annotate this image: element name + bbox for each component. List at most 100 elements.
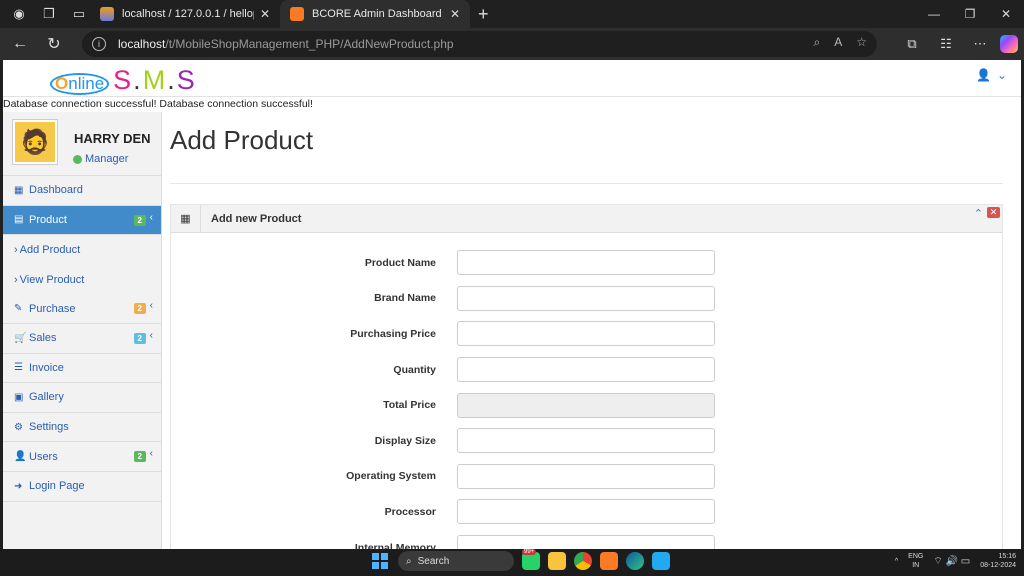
internal-memory-input[interactable] [457, 535, 715, 549]
xampp-favicon-icon [290, 7, 304, 21]
user-role: Manager [73, 153, 128, 165]
site-info-icon[interactable]: i [92, 37, 106, 51]
brand-name-input[interactable] [457, 285, 715, 311]
form-row: Total Price [171, 387, 1002, 423]
copilot-icon[interactable] [1000, 35, 1018, 53]
sign-in-icon: ➜ [14, 480, 23, 492]
address-bar-actions: ⌕ A ☆ [813, 35, 867, 50]
new-tab-button[interactable]: + [478, 4, 489, 25]
purchasing-price-input[interactable] [457, 321, 715, 347]
sidebar-item-dashboard[interactable]: ▦ Dashboard [3, 176, 161, 206]
zoom-icon[interactable]: ⌕ [813, 35, 820, 50]
sidebar-item-add-product[interactable]: › Add Product [3, 235, 161, 265]
xampp-icon[interactable] [600, 552, 618, 570]
search-label: Search [417, 555, 450, 567]
top-navbar: Online S.M.S 👤 ⌄ [3, 60, 1021, 97]
chevron-left-icon: ‹ [149, 448, 153, 460]
sidebar-item-login-page[interactable]: ➜ Login Page [3, 472, 161, 502]
user-dropdown-toggle[interactable]: 👤 ⌄ [976, 68, 1007, 82]
sidebar-item-label: Product [29, 213, 67, 226]
form-row: Processor [171, 494, 1002, 530]
quantity-input[interactable] [457, 357, 715, 383]
search-icon: ⌕ [406, 555, 412, 567]
grid-icon: ▦ [171, 204, 201, 233]
field-label: Display Size [374, 434, 436, 447]
read-aloud-icon[interactable]: A [834, 35, 842, 50]
edge-icon[interactable] [626, 552, 644, 570]
whatsapp-icon[interactable]: 99+ [522, 549, 540, 570]
add-product-form: Product Name Brand Name Purchasing Price Qu… [171, 245, 1002, 549]
sidebar-item-view-product[interactable]: › View Product [3, 264, 161, 295]
taskbar-apps: ⌕ Search 99+ [372, 549, 670, 571]
tab-actions-icon[interactable]: ▭ [68, 3, 90, 25]
address-bar[interactable]: i localhost/t/MobileShopManagement_PHP/A… [82, 31, 877, 57]
restore-icon[interactable]: ❐ [952, 0, 988, 28]
close-window-icon[interactable]: ✕ [988, 0, 1024, 28]
form-row: Internal Memory [171, 530, 1002, 549]
sidebar-item-sales[interactable]: 🛒 Sales 2 ‹ [3, 324, 161, 354]
file-explorer-icon[interactable] [548, 552, 566, 570]
sms-logo[interactable]: Online S.M.S [50, 65, 197, 96]
product-name-input[interactable] [457, 250, 715, 276]
field-label: Processor [384, 505, 436, 518]
url-path: /t/MobileShopManagement_PHP/AddNewProduc… [165, 37, 454, 51]
user-icon: 👤 [975, 68, 991, 82]
sidebar-item-gallery[interactable]: ▣ Gallery [3, 383, 161, 413]
extensions-icon[interactable]: ⧉ [898, 31, 926, 57]
box-header: ▦ Add new Product ⌃ ✕ [171, 204, 1002, 233]
sidebar-item-label: Users [29, 450, 58, 463]
chevron-left-icon: ‹ [149, 329, 153, 341]
chevron-up-icon[interactable]: ^ [895, 558, 898, 565]
collapse-icon[interactable]: ⌃ [974, 207, 983, 220]
taskbar-search[interactable]: ⌕ Search [398, 551, 514, 571]
web-page: Online S.M.S 👤 ⌄ Database connection suc… [3, 60, 1021, 549]
db-connection-message: Database connection successful! Database… [3, 98, 313, 110]
close-box-icon[interactable]: ✕ [987, 207, 1000, 218]
chevron-right-icon: › [14, 243, 18, 256]
clock[interactable]: 15:16 08-12-2024 [980, 552, 1016, 570]
sidebar-item-label: View Product [19, 273, 85, 286]
sidebar-item-purchase[interactable]: ✎ Purchase 2 ‹ [3, 294, 161, 324]
windows-start-icon[interactable] [372, 553, 388, 569]
sidebar-item-settings[interactable]: ⚙ Settings [3, 413, 161, 443]
tab-close-icon[interactable]: ✕ [450, 7, 460, 21]
chevron-left-icon: ‹ [149, 300, 153, 312]
vscode-icon[interactable] [652, 552, 670, 570]
workspaces-icon[interactable]: ❐ [38, 3, 60, 25]
count-badge: 2 [133, 303, 146, 315]
sidebar-item-invoice[interactable]: ☰ Invoice [3, 354, 161, 384]
sidebar-item-label: Add Product [19, 243, 81, 256]
field-label: Total Price [383, 399, 436, 412]
tab-close-icon[interactable]: ✕ [260, 7, 270, 21]
favorites-icon[interactable]: ☷ [932, 31, 960, 57]
count-badge: 2 [133, 214, 146, 226]
total-price-input [457, 392, 715, 418]
profile-avatar-icon[interactable]: ◉ [8, 3, 30, 25]
more-options-icon[interactable]: ⋯ [966, 31, 994, 57]
form-row: Operating System [171, 459, 1002, 495]
chrome-icon[interactable] [574, 552, 592, 570]
tab-bcore-admin[interactable]: BCORE Admin Dashboard Templa ✕ [280, 0, 470, 28]
page-title: Add Product [170, 125, 314, 155]
processor-input[interactable] [457, 499, 715, 525]
windows-taskbar: ⌕ Search 99+ ^ ENG IN ⌔ 🔊 ▭ 15:16 08-12-202… [0, 549, 1024, 576]
favorite-star-icon[interactable]: ☆ [856, 35, 867, 50]
display-size-input[interactable] [457, 428, 715, 454]
field-label: Internal Memory [354, 541, 436, 549]
minimize-icon[interactable]: — [916, 0, 952, 28]
operating-system-input[interactable] [457, 463, 715, 489]
tab-phpmyadmin[interactable]: localhost / 127.0.0.1 / hellophone ✕ [90, 0, 280, 28]
sidebar-item-label: Purchase [29, 302, 76, 315]
sidebar-menu: ▦ Dashboard ▤ Product 2 ‹ › Add Product › View … [3, 176, 161, 502]
count-badge: 2 [133, 451, 146, 463]
sidebar-item-product[interactable]: ▤ Product 2 ‹ [3, 205, 161, 236]
wifi-icon[interactable]: ⌔ 🔊 ▭ [933, 555, 970, 568]
main-content: Add Product ▦ Add new Product ⌃ ✕ Produc… [170, 112, 1003, 549]
field-label: Purchasing Price [350, 327, 436, 340]
sidebar-item-users[interactable]: 👤 Users 2 ‹ [3, 442, 161, 472]
back-arrow-icon[interactable]: ← [6, 30, 34, 58]
language-indicator[interactable]: ENG IN [908, 552, 923, 570]
online-status-icon [73, 154, 82, 164]
refresh-icon[interactable]: ↻ [40, 30, 68, 58]
form-row: Brand Name [171, 281, 1002, 317]
